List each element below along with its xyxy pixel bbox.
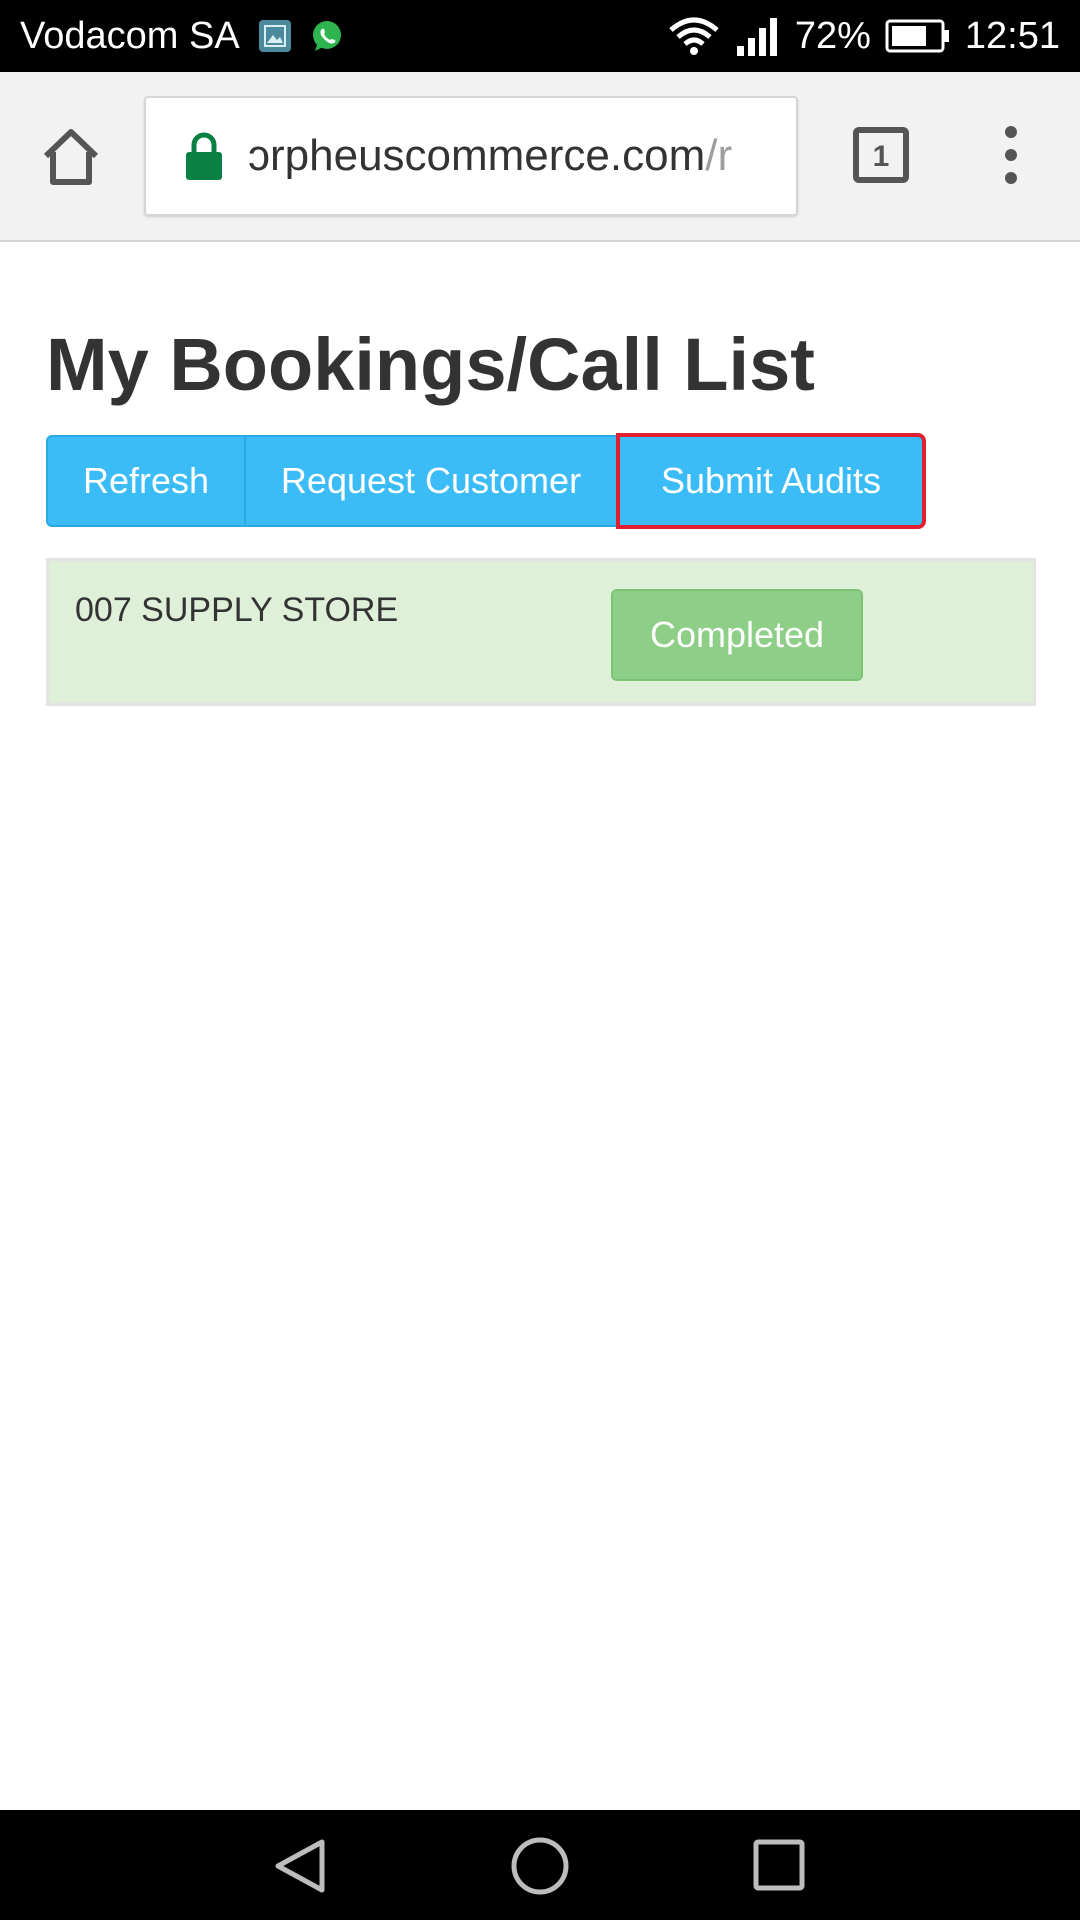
gallery-icon [258,20,291,52]
booking-row[interactable]: 007 SUPPLY STORE Completed [46,558,1036,706]
url-bar[interactable]: ɔrpheuscommerce.com/r [144,96,798,216]
completed-status-button[interactable]: Completed [611,589,863,681]
recents-icon[interactable] [752,1838,806,1892]
wifi-icon [669,17,719,55]
clock: 12:51 [964,14,1060,57]
url-path: /r [705,131,733,180]
overflow-menu-icon[interactable] [996,122,1026,188]
home-icon[interactable] [38,124,104,190]
battery-icon [885,19,949,53]
status-left: Vodacom SA [20,15,344,58]
home-nav-icon[interactable] [510,1836,570,1896]
url-text[interactable]: ɔrpheuscommerce.com/r [248,131,768,181]
carrier-name: Vodacom SA [20,14,240,57]
page-title: My Bookings/Call List [46,323,815,406]
submit-audits-button[interactable]: Submit Audits [616,433,926,529]
status-right: 72% 12:51 [667,15,1060,58]
tab-count: 1 [873,140,890,173]
url-domain: ɔrpheuscommerce.com [248,131,706,180]
android-nav-bar [0,1810,1080,1920]
store-name: 007 SUPPLY STORE [75,591,399,629]
lock-icon [186,132,222,180]
signal-icon [736,18,777,56]
tab-switcher-icon[interactable]: 1 [852,126,910,184]
refresh-button[interactable]: Refresh [46,435,246,527]
request-customer-button[interactable]: Request Customer [246,435,618,527]
browser-toolbar: ɔrpheuscommerce.com/r 1 [0,72,1080,242]
whatsapp-icon [312,21,341,51]
status-bar: Vodacom SA 72% 12:51 [0,0,1080,72]
battery-percent: 72% [794,14,871,57]
back-icon[interactable] [272,1836,328,1896]
action-button-group: Refresh Request Customer Submit Audits [46,433,926,529]
